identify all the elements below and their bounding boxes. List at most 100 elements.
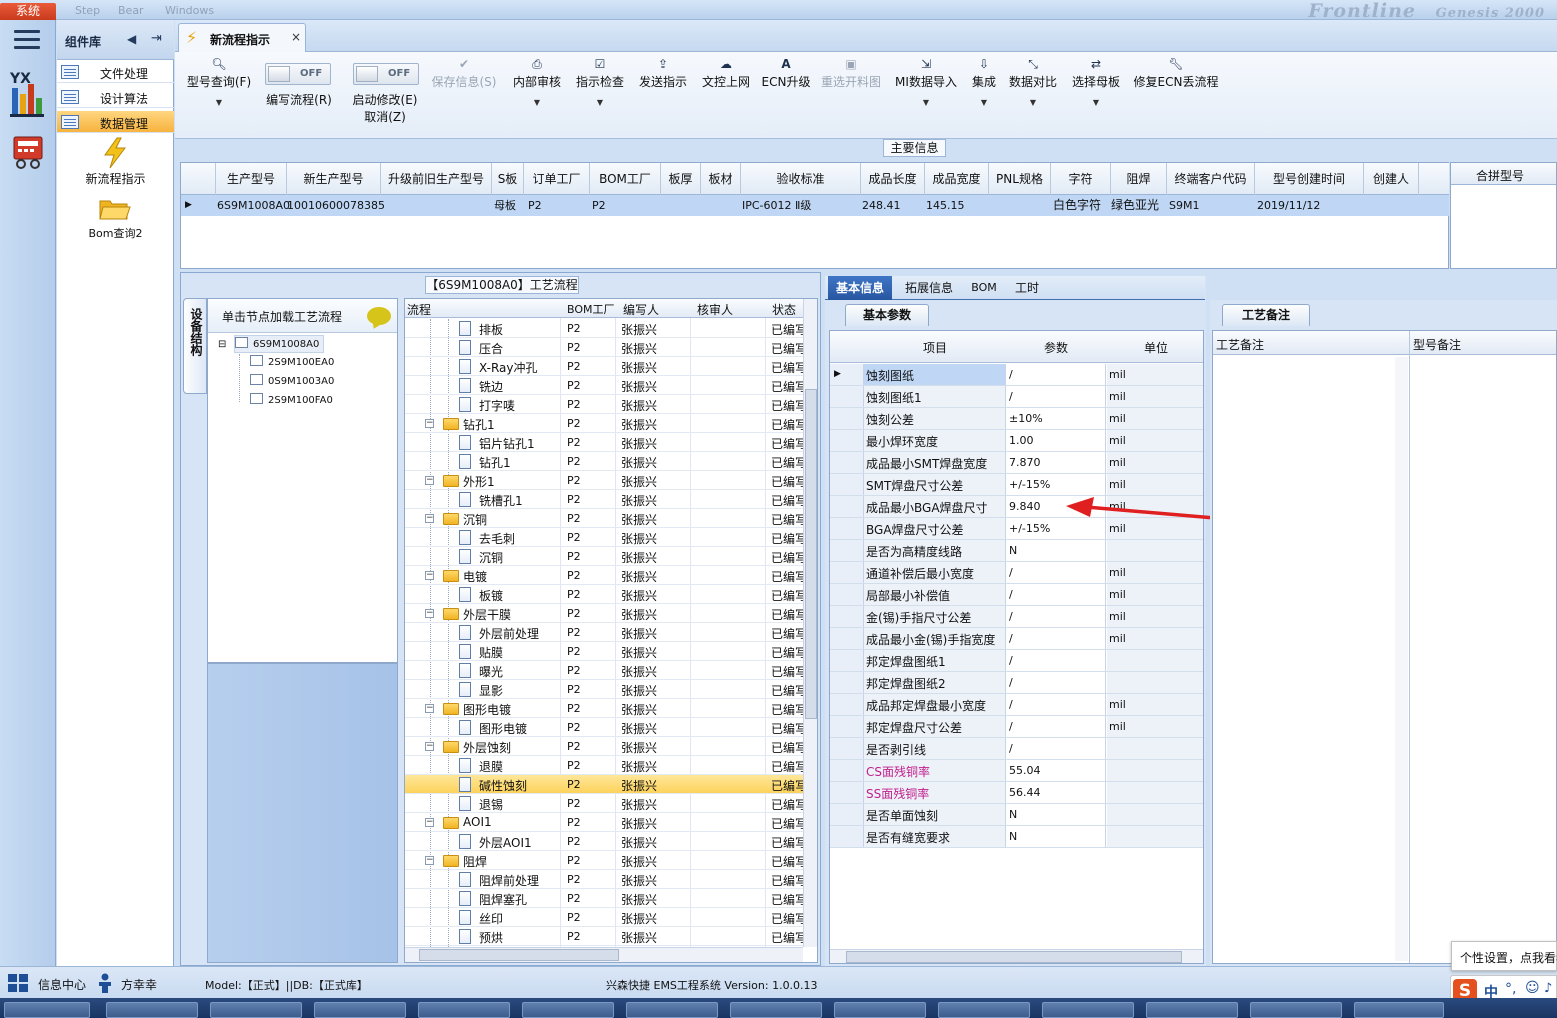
param-row[interactable]: 金(锡)手指尺寸公差 / mil [830, 606, 1203, 628]
expand-collapse-icon[interactable]: − [425, 419, 434, 428]
tree-node-child[interactable]: 0S9M1003A0 [250, 373, 334, 391]
grid-icon[interactable] [8, 974, 28, 992]
col-header[interactable]: 板厚 [661, 163, 701, 195]
lightning-icon[interactable] [102, 137, 128, 172]
model-query-button[interactable]: 🔍︎ 型号查询(F) ▼ [183, 57, 255, 107]
flow-row[interactable]: 排板 P2 张振兴 已编写 [405, 319, 803, 338]
col-header[interactable]: 生产型号 [216, 163, 287, 195]
param-row[interactable]: ▶ 蚀刻图纸 / mil [830, 364, 1203, 386]
flow-row[interactable]: 钻孔1 P2 张振兴 已编写 [405, 452, 803, 471]
integrate-button[interactable]: ⇩ 集成 ▼ [965, 57, 1003, 107]
flow-row[interactable]: 显影 P2 张振兴 已编写 [405, 680, 803, 699]
param-row[interactable]: 成品最小SMT焊盘宽度 7.870 mil [830, 452, 1203, 474]
tree-node-child[interactable]: 2S9M100FA0 [250, 392, 333, 410]
flow-row[interactable]: 退膜 P2 张振兴 已编写 [405, 756, 803, 775]
col-header[interactable]: 项目 [923, 339, 947, 356]
col-header[interactable]: 终端客户代码 [1167, 163, 1255, 195]
flow-row[interactable]: − 外形1 P2 张振兴 已编写 [405, 471, 803, 490]
expand-collapse-icon[interactable]: − [425, 571, 434, 580]
node-checkbox[interactable] [250, 374, 263, 385]
col-header[interactable]: PNL规格 [989, 163, 1051, 195]
speech-bubble-icon[interactable] [367, 307, 391, 325]
col-header[interactable]: 新生产型号 [287, 163, 381, 195]
flow-row[interactable]: − 外层干膜 P2 张振兴 已编写 [405, 604, 803, 623]
send-instruction-button[interactable]: ⇪ 发送指示 [634, 57, 692, 90]
flow-row[interactable]: 贴膜 P2 张振兴 已编写 [405, 642, 803, 661]
cell-model[interactable]: 6S9M1008A0 [217, 195, 290, 216]
tab-basic-info[interactable]: 基本信息 [828, 276, 892, 300]
mi-data-import-button[interactable]: ⇲ MI数据导入 ▼ [891, 57, 961, 107]
flow-row[interactable]: 预烘 P2 张振兴 已编写 [405, 927, 803, 946]
microphone-icon[interactable]: ♪ [1544, 981, 1552, 996]
horizontal-scrollbar[interactable] [830, 949, 1203, 963]
col-header[interactable]: S板 [492, 163, 524, 195]
flow-row[interactable]: − 沉铜 P2 张振兴 已编写 [405, 509, 803, 528]
library-item-design-algorithm[interactable]: 设计算法 [57, 86, 174, 108]
taskbar-button[interactable] [626, 1002, 718, 1018]
param-row[interactable]: 邦定焊盘图纸2/ [830, 672, 1203, 694]
cell-s-board[interactable]: 母板 [494, 195, 516, 216]
col-header[interactable]: 阻焊 [1111, 163, 1167, 195]
param-value[interactable]: N [1007, 804, 1106, 825]
flow-row[interactable]: 铣边 P2 张振兴 已编写 [405, 376, 803, 395]
library-item-data-management[interactable]: 数据管理 [57, 111, 174, 133]
flow-row[interactable]: 丝印 P2 张振兴 已编写 [405, 908, 803, 927]
node-checkbox[interactable] [235, 337, 248, 348]
cell-width[interactable]: 145.15 [926, 195, 965, 216]
col-header[interactable]: 核审人 [697, 301, 733, 318]
param-value[interactable]: N [1007, 826, 1106, 847]
flow-row[interactable]: 板镀 P2 张振兴 已编写 [405, 585, 803, 604]
col-header[interactable]: 参数 [1044, 339, 1068, 356]
menu-step[interactable]: Step [75, 4, 100, 17]
system-menu-button[interactable]: 系统 [0, 3, 56, 20]
param-value[interactable]: / [1007, 716, 1106, 737]
param-row[interactable]: 是否剥引线 / [830, 738, 1203, 760]
param-value[interactable]: / [1007, 650, 1106, 671]
flow-row[interactable]: 曝光 P2 张振兴 已编写 [405, 661, 803, 680]
taskbar-button[interactable] [834, 1002, 926, 1018]
flow-row[interactable]: X-Ray冲孔 P2 张振兴 已编写 [405, 357, 803, 376]
param-row[interactable]: 蚀刻公差 ±10% mil [830, 408, 1203, 430]
taskbar-button[interactable] [4, 1002, 90, 1018]
col-header[interactable]: 编写人 [623, 301, 659, 318]
vertical-scrollbar[interactable] [1395, 357, 1408, 961]
taskbar-button[interactable] [1146, 1002, 1238, 1018]
col-header[interactable]: 板材 [701, 163, 741, 195]
cell-new-model[interactable]: 10010600078385 [287, 195, 385, 216]
flow-row[interactable]: − 阻焊 P2 张振兴 已编写 [405, 851, 803, 870]
col-header[interactable]: 成品宽度 [925, 163, 989, 195]
collapse-left-icon[interactable]: ◀ [127, 32, 136, 46]
expand-collapse-icon[interactable]: − [425, 476, 434, 485]
flow-row[interactable]: 沉铜 P2 张振兴 已编写 [405, 547, 803, 566]
taskbar-button[interactable] [1354, 1002, 1444, 1018]
tab-process-notes[interactable]: 工艺备注 [1222, 304, 1310, 326]
param-value[interactable]: +/-15% [1007, 474, 1106, 495]
flow-row[interactable]: − AOI1 P2 张振兴 已编写 [405, 813, 803, 832]
punctuation-icon[interactable]: °, [1505, 981, 1516, 997]
col-header[interactable]: 单位 [1144, 339, 1168, 356]
close-tab-icon[interactable]: × [291, 30, 301, 44]
col-header[interactable]: BOM工厂 [590, 163, 661, 195]
tab-extended-info[interactable]: 拓展信息 [898, 276, 960, 300]
node-checkbox[interactable] [250, 393, 263, 404]
param-row[interactable]: 是否有缝宽要求 N [830, 826, 1203, 848]
param-row[interactable]: 成品邦定焊盘最小宽度 / mil [830, 694, 1203, 716]
info-center-link[interactable]: 信息中心 [38, 976, 86, 993]
flow-row[interactable]: 打字唛 P2 张振兴 已编写 [405, 395, 803, 414]
flow-row[interactable]: − 电镀 P2 张振兴 已编写 [405, 566, 803, 585]
expand-collapse-icon[interactable]: − [425, 818, 434, 827]
flow-row[interactable]: 外层AOI1 P2 张振兴 已编写 [405, 832, 803, 851]
repair-ecn-flow-button[interactable]: 🔧︎ 修复ECN丢流程 [1133, 57, 1219, 90]
col-header[interactable]: 型号创建时间 [1255, 163, 1364, 195]
col-header[interactable]: 验收标准 [741, 163, 861, 195]
param-row[interactable]: 成品最小金(锡)手指宽度 / mil [830, 628, 1203, 650]
ecn-upgrade-button[interactable]: A ECN升级 [759, 57, 813, 90]
param-value[interactable]: / [1007, 694, 1106, 715]
yx-app-icon[interactable]: YX [8, 68, 46, 120]
param-row[interactable]: 是否单面蚀刻 N [830, 804, 1203, 826]
emoji-icon[interactable]: ☺ [1525, 980, 1540, 996]
col-header[interactable]: BOM工厂 [567, 301, 615, 317]
scroll-thumb[interactable] [846, 951, 1182, 963]
personalize-tooltip[interactable]: 个性设置，点我看看 [1451, 941, 1557, 971]
hamburger-menu-icon[interactable] [14, 30, 40, 50]
